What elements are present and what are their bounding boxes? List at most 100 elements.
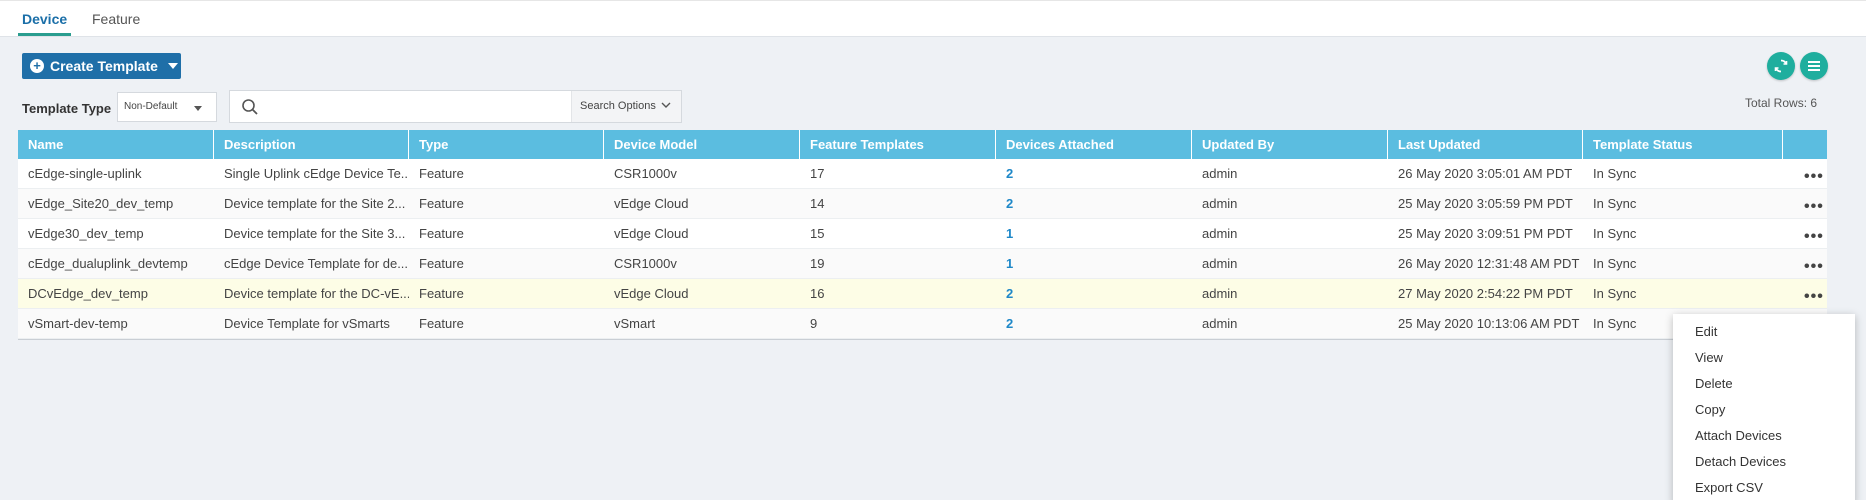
cell-description: Single Uplink cEdge Device Te... [224,166,409,181]
more-actions-icon[interactable]: ••• [1804,199,1824,215]
more-actions-icon[interactable]: ••• [1804,259,1824,275]
cell-type: Feature [419,226,464,241]
cell-template-status: In Sync [1593,166,1637,181]
hamburger-icon [1808,61,1820,71]
cell-type: Feature [419,286,464,301]
cell-device-model: CSR1000v [614,256,677,271]
menu-item-view[interactable]: View [1695,350,1723,365]
cell-name: cEdge-single-uplink [28,166,142,181]
template-type-label: Template Type [22,101,112,116]
cell-last-updated: 25 May 2020 3:09:51 PM PDT [1398,226,1573,241]
search-options-label: Search Options [580,100,656,112]
cell-feature-templates: 9 [810,316,818,331]
menu-item-copy[interactable]: Copy [1695,402,1725,417]
cell-device-model: vEdge Cloud [614,226,689,241]
tab-device[interactable]: Device [18,10,72,36]
menu-item-export-csv[interactable]: Export CSV [1695,480,1763,495]
template-type-select[interactable]: Non-Default [117,92,217,122]
cell-updated-by: admin [1202,196,1238,211]
caret-down-icon [167,63,178,69]
cell-description: Device template for the Site 2... [224,196,406,211]
column-header-type[interactable]: Type [409,130,604,159]
total-rows: Total Rows: 6 [1745,96,1818,110]
column-header-last-updated[interactable]: Last Updated [1388,130,1583,159]
cell-feature-templates: 15 [810,226,825,241]
table-header: Name Description Type Device Model Featu… [18,130,1827,159]
table-row[interactable]: cEdge-single-uplink Single Uplink cEdge … [18,159,1827,189]
table-row[interactable]: DCvEdge_dev_temp Device template for the… [18,279,1827,309]
table-row[interactable]: cEdge_dualuplink_devtemp cEdge Device Te… [18,249,1827,279]
caret-down-icon [194,106,202,111]
chevron-down-icon [661,102,671,108]
refresh-button[interactable] [1767,52,1795,80]
devices-attached-link[interactable]: 2 [996,309,1192,339]
cell-name: cEdge_dualuplink_devtemp [28,256,188,271]
cell-description: cEdge Device Template for de... [224,256,409,271]
column-header-updated-by[interactable]: Updated By [1192,130,1388,159]
column-header-actions [1783,130,1827,159]
column-header-template-status[interactable]: Template Status [1583,130,1783,159]
cell-name: vEdge_Site20_dev_temp [28,196,174,211]
search-box[interactable]: Search Options [229,90,682,123]
cell-device-model: vEdge Cloud [614,286,689,301]
cell-type: Feature [419,196,464,211]
devices-attached-link[interactable]: 1 [996,249,1192,279]
menu-item-delete[interactable]: Delete [1695,376,1733,391]
devices-attached-link[interactable]: 2 [996,189,1192,219]
cell-last-updated: 26 May 2020 12:31:48 AM PDT [1398,256,1580,271]
cell-updated-by: admin [1202,286,1238,301]
cell-last-updated: 25 May 2020 3:05:59 PM PDT [1398,196,1573,211]
cell-name: DCvEdge_dev_temp [28,286,148,301]
column-header-description[interactable]: Description [214,130,409,159]
more-actions-icon[interactable]: ••• [1804,229,1824,245]
column-header-device-model[interactable]: Device Model [604,130,800,159]
tab-bar: Device Feature [0,0,1866,37]
cell-updated-by: admin [1202,166,1238,181]
cell-feature-templates: 19 [810,256,825,271]
menu-item-edit[interactable]: Edit [1695,324,1717,339]
cell-updated-by: admin [1202,226,1238,241]
devices-attached-link[interactable]: 1 [996,219,1192,249]
menu-item-detach-devices[interactable]: Detach Devices [1695,454,1786,469]
cell-name: vSmart-dev-temp [28,316,128,331]
cell-device-model: CSR1000v [614,166,677,181]
cell-template-status: In Sync [1593,226,1637,241]
column-header-feature-templates[interactable]: Feature Templates [800,130,996,159]
cell-description: Device template for the Site 3... [224,226,406,241]
cell-type: Feature [419,166,464,181]
devices-attached-link[interactable]: 2 [996,159,1192,189]
cell-type: Feature [419,316,464,331]
search-options-button[interactable]: Search Options [571,91,681,122]
templates-table: Name Description Type Device Model Featu… [18,130,1827,340]
row-actions-menu: Edit View Delete Copy Attach Devices Det… [1673,314,1855,500]
table-row[interactable]: vEdge_Site20_dev_temp Device template fo… [18,189,1827,219]
cell-feature-templates: 16 [810,286,825,301]
cell-last-updated: 26 May 2020 3:05:01 AM PDT [1398,166,1573,181]
refresh-icon [1774,59,1788,73]
cell-updated-by: admin [1202,316,1238,331]
cell-last-updated: 25 May 2020 10:13:06 AM PDT [1398,316,1580,331]
more-actions-icon[interactable]: ••• [1804,169,1824,185]
more-actions-icon[interactable]: ••• [1804,289,1824,305]
tab-feature[interactable]: Feature [92,10,140,36]
cell-device-model: vSmart [614,316,656,331]
cell-template-status: In Sync [1593,256,1637,271]
devices-attached-link[interactable]: 2 [996,279,1192,309]
column-header-devices-attached[interactable]: Devices Attached [996,130,1192,159]
table-row[interactable]: vSmart-dev-temp Device Template for vSma… [18,309,1827,339]
plus-icon: + [30,59,44,73]
create-template-label: Create Template [50,58,158,74]
cell-description: Device template for the DC-vE... [224,286,409,301]
cell-device-model: vEdge Cloud [614,196,689,211]
cell-last-updated: 27 May 2020 2:54:22 PM PDT [1398,286,1573,301]
table-row[interactable]: vEdge30_dev_temp Device template for the… [18,219,1827,249]
table-menu-button[interactable] [1800,52,1828,80]
column-header-name[interactable]: Name [18,130,214,159]
cell-template-status: In Sync [1593,196,1637,211]
search-icon [242,99,258,115]
menu-item-attach-devices[interactable]: Attach Devices [1695,428,1782,443]
cell-feature-templates: 14 [810,196,825,211]
cell-type: Feature [419,256,464,271]
create-template-button[interactable]: + Create Template [22,53,181,79]
cell-template-status: In Sync [1593,286,1637,301]
